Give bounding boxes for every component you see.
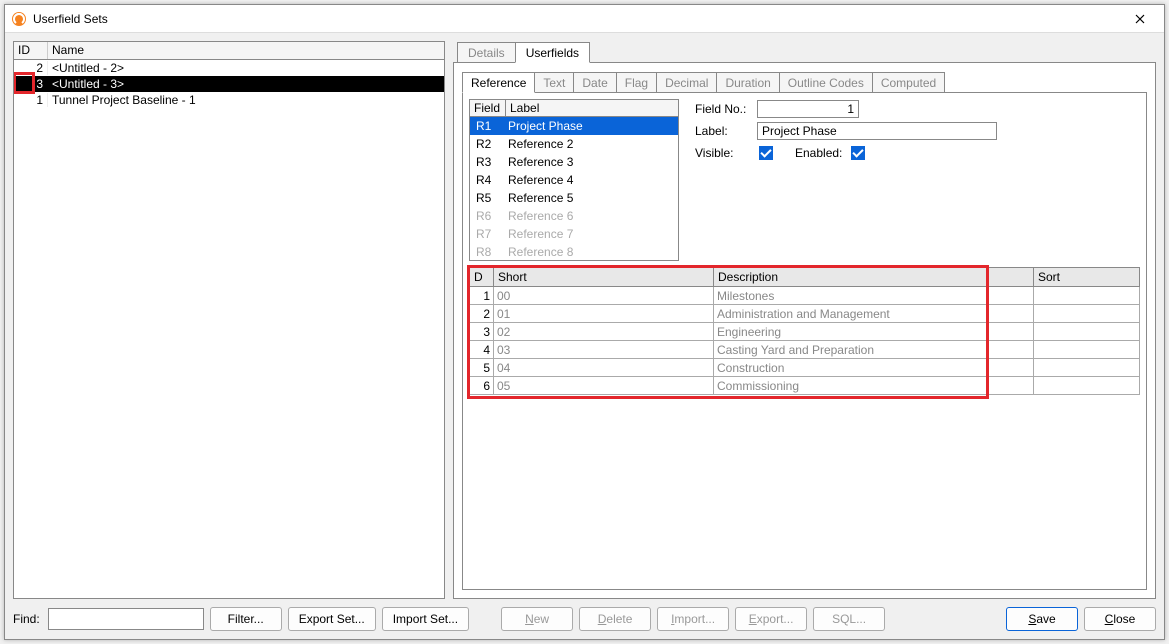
window: Userfield Sets ID Name 2<Untitled - 2>3<… — [4, 4, 1165, 640]
sets-col-name[interactable]: Name — [48, 42, 444, 59]
lookup-row[interactable]: 605Commissioning — [470, 377, 1140, 395]
body: ID Name 2<Untitled - 2>3<Untitled - 3>1T… — [5, 33, 1164, 639]
lookup-area: D Short Description Sort 100Milestones20… — [469, 267, 1140, 583]
tabs: DetailsUserfields — [453, 41, 1156, 63]
lookup-col-desc[interactable]: Description — [714, 268, 1034, 287]
visible-label: Visible: — [695, 146, 757, 160]
label-input[interactable] — [757, 122, 997, 140]
sets-col-id[interactable]: ID — [14, 42, 48, 59]
form-area: Field No.: Label: Visible: — [695, 99, 1140, 261]
delete-button[interactable]: Delete — [579, 607, 651, 631]
subtab-outline-codes[interactable]: Outline Codes — [779, 72, 873, 92]
subtab-flag[interactable]: Flag — [616, 72, 657, 92]
sets-row[interactable]: 2<Untitled - 2> — [14, 60, 444, 76]
sets-header: ID Name — [14, 42, 444, 60]
field-list[interactable]: R1Project PhaseR2Reference 2R3Reference … — [469, 117, 679, 261]
right-panel: DetailsUserfields ReferenceTextDateFlagD… — [453, 41, 1156, 599]
titlebar: Userfield Sets — [5, 5, 1164, 33]
subtab-decimal[interactable]: Decimal — [656, 72, 717, 92]
tab-content: ReferenceTextDateFlagDecimalDurationOutl… — [453, 63, 1156, 599]
filter-button[interactable]: Filter... — [210, 607, 282, 631]
import-button[interactable]: Import... — [657, 607, 729, 631]
export-button[interactable]: Export... — [735, 607, 807, 631]
exportset-button[interactable]: Export Set... — [288, 607, 376, 631]
field-list-wrap: Field Label R1Project PhaseR2Reference 2… — [469, 99, 679, 261]
new-button[interactable]: New — [501, 607, 573, 631]
main: ID Name 2<Untitled - 2>3<Untitled - 3>1T… — [13, 41, 1156, 599]
lookup-col-short[interactable]: Short — [494, 268, 714, 287]
close-button-footer[interactable]: Close — [1084, 607, 1156, 631]
sets-row[interactable]: 1Tunnel Project Baseline - 1 — [14, 92, 444, 108]
lookup-table: D Short Description Sort 100Milestones20… — [469, 267, 1140, 395]
field-row[interactable]: R1Project Phase — [470, 117, 678, 135]
window-title: Userfield Sets — [33, 12, 1122, 26]
field-row[interactable]: R4Reference 4 — [470, 171, 678, 189]
left-panel: ID Name 2<Untitled - 2>3<Untitled - 3>1T… — [13, 41, 445, 599]
enabled-checkbox[interactable] — [851, 146, 865, 160]
subtab-text[interactable]: Text — [534, 72, 574, 92]
sets-list: ID Name 2<Untitled - 2>3<Untitled - 3>1T… — [13, 41, 445, 599]
lookup-row[interactable]: 302Engineering — [470, 323, 1140, 341]
subtab-content: Field Label R1Project PhaseR2Reference 2… — [462, 93, 1147, 590]
upper-area: Field Label R1Project PhaseR2Reference 2… — [469, 99, 1140, 261]
lookup-row[interactable]: 201Administration and Management — [470, 305, 1140, 323]
field-row[interactable]: R5Reference 5 — [470, 189, 678, 207]
find-input[interactable] — [48, 608, 204, 630]
lookup-col-sort[interactable]: Sort — [1034, 268, 1140, 287]
field-row[interactable]: R6Reference 6 — [470, 207, 678, 225]
subtab-computed[interactable]: Computed — [872, 72, 945, 92]
sets-row[interactable]: 3<Untitled - 3> — [14, 76, 444, 92]
fieldlist-col-label[interactable]: Label — [506, 100, 678, 116]
field-row[interactable]: R8Reference 8 — [470, 243, 678, 261]
fieldlist-col-field[interactable]: Field — [470, 100, 506, 116]
find-label: Find: — [13, 612, 40, 626]
subtab-date[interactable]: Date — [573, 72, 616, 92]
field-row[interactable]: R2Reference 2 — [470, 135, 678, 153]
lookup-col-d[interactable]: D — [470, 268, 494, 287]
subtab-duration[interactable]: Duration — [716, 72, 779, 92]
importset-button[interactable]: Import Set... — [382, 607, 469, 631]
subtab-reference[interactable]: Reference — [462, 72, 535, 93]
sets-rows: 2<Untitled - 2>3<Untitled - 3>1Tunnel Pr… — [14, 60, 444, 108]
close-button[interactable] — [1122, 8, 1158, 30]
visible-checkbox[interactable] — [759, 146, 773, 160]
lookup-row[interactable]: 403Casting Yard and Preparation — [470, 341, 1140, 359]
enabled-label: Enabled: — [795, 146, 849, 160]
lookup-row[interactable]: 100Milestones — [470, 287, 1140, 305]
sql-button[interactable]: SQL... — [813, 607, 885, 631]
field-list-header: Field Label — [469, 99, 679, 117]
tab-userfields[interactable]: Userfields — [515, 42, 590, 63]
lookup-scroll[interactable]: D Short Description Sort 100Milestones20… — [469, 267, 1140, 583]
fieldno-input[interactable] — [757, 100, 859, 118]
lookup-row[interactable]: 504Construction — [470, 359, 1140, 377]
tab-details[interactable]: Details — [457, 42, 516, 62]
app-icon — [11, 11, 27, 27]
save-button[interactable]: Save — [1006, 607, 1078, 631]
field-row[interactable]: R7Reference 7 — [470, 225, 678, 243]
field-row[interactable]: R3Reference 3 — [470, 153, 678, 171]
fieldno-label: Field No.: — [695, 102, 757, 116]
subtabs: ReferenceTextDateFlagDecimalDurationOutl… — [462, 71, 1147, 93]
footer: Find: Filter... Export Set... Import Set… — [13, 607, 1156, 631]
label-label: Label: — [695, 124, 757, 138]
